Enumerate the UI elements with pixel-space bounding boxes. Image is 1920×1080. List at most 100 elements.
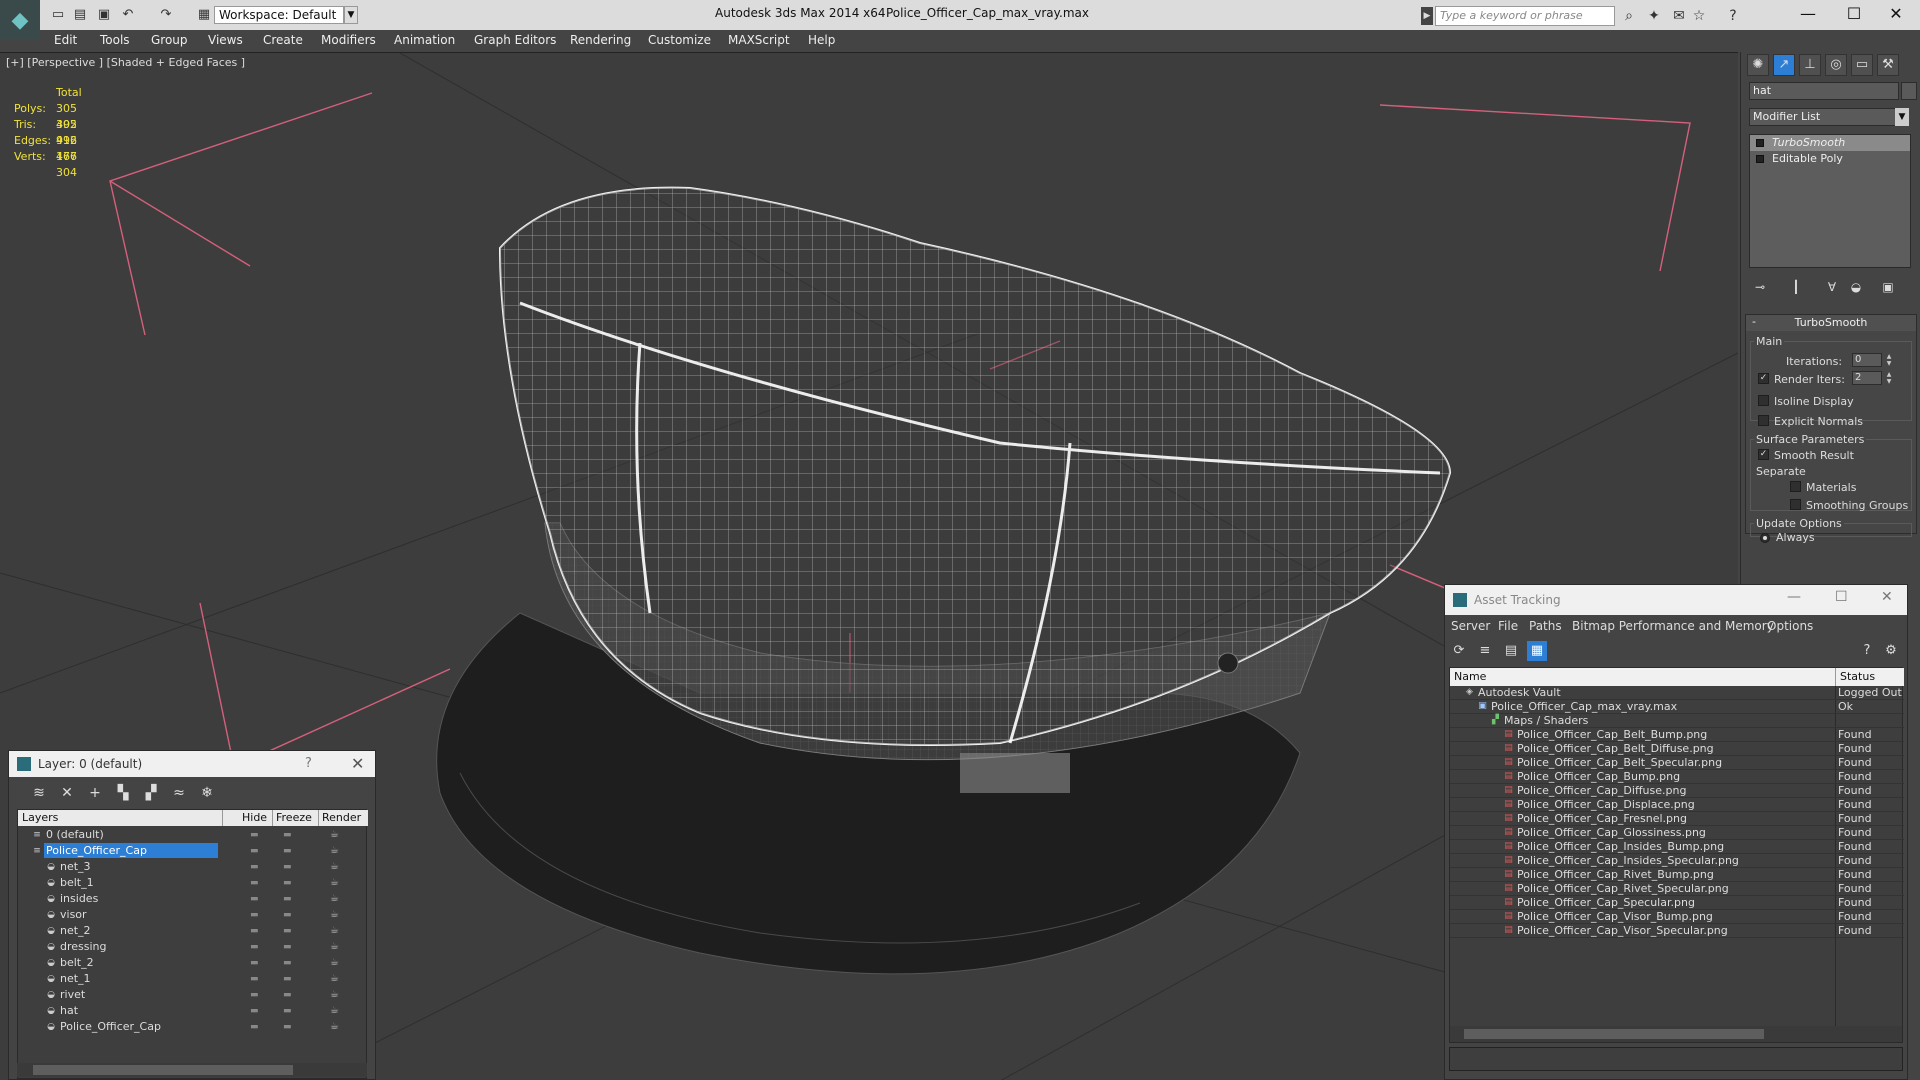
asset-row[interactable]: ▤ Police_Officer_Cap_Bump.png Found bbox=[1450, 770, 1904, 784]
menu-edit[interactable]: Edit bbox=[54, 33, 77, 47]
hide-toggle-icon[interactable]: ▬ bbox=[250, 875, 259, 891]
layer-row[interactable]: ◒ hat ▬ ▬ ☕ bbox=[18, 1003, 368, 1019]
asset-menu-paths[interactable]: Paths bbox=[1529, 619, 1562, 633]
asset-row[interactable]: ▤ Police_Officer_Cap_Belt_Bump.png Found bbox=[1450, 728, 1904, 742]
asset-row[interactable]: ▤ Police_Officer_Cap_Diffuse.png Found bbox=[1450, 784, 1904, 798]
hide-toggle-icon[interactable]: ▬ bbox=[250, 939, 259, 955]
layer-row[interactable]: ≡ Police_Officer_Cap ▬ ▬ ☕ bbox=[18, 843, 368, 859]
binoculars-icon[interactable]: ⌕ bbox=[1620, 7, 1638, 25]
select-objects-icon[interactable]: ▚ bbox=[113, 783, 133, 803]
asset-row[interactable]: ▤ Police_Officer_Cap_Visor_Bump.png Found bbox=[1450, 910, 1904, 924]
maximize-button[interactable]: ☐ bbox=[1835, 589, 1848, 605]
menu-rendering[interactable]: Rendering bbox=[570, 33, 631, 47]
scrollbar-thumb[interactable] bbox=[1464, 1029, 1764, 1039]
minimize-button[interactable]: — bbox=[1788, 2, 1828, 26]
modifier-list-dropdown[interactable]: Modifier List bbox=[1749, 108, 1909, 126]
asset-row[interactable]: ▤ Police_Officer_Cap_Insides_Bump.png Foun… bbox=[1450, 840, 1904, 854]
render-teapot-icon[interactable]: ☕ bbox=[330, 955, 339, 971]
render-teapot-icon[interactable]: ☕ bbox=[330, 859, 339, 875]
chevron-down-icon[interactable]: ▼ bbox=[344, 6, 358, 24]
render-teapot-icon[interactable]: ☕ bbox=[330, 891, 339, 907]
hide-toggle-icon[interactable]: ▬ bbox=[250, 907, 259, 923]
layer-name[interactable]: belt_2 bbox=[58, 955, 98, 970]
layer-name[interactable]: 0 (default) bbox=[44, 827, 108, 842]
freeze-toggle-icon[interactable]: ▬ bbox=[283, 987, 292, 1003]
close-button[interactable]: ✕ bbox=[1876, 2, 1916, 26]
layer-row[interactable]: ◒ net_3 ▬ ▬ ☕ bbox=[18, 859, 368, 875]
configure-sets-icon[interactable]: ▣ bbox=[1879, 278, 1897, 296]
layer-name[interactable]: net_3 bbox=[58, 859, 95, 874]
project-folder-icon[interactable]: ▦ bbox=[196, 7, 212, 23]
render-teapot-icon[interactable]: ☕ bbox=[330, 923, 339, 939]
layer-name[interactable]: Police_Officer_Cap bbox=[58, 1019, 165, 1034]
layer-row[interactable]: ◒ belt_1 ▬ ▬ ☕ bbox=[18, 875, 368, 891]
menu-group[interactable]: Group bbox=[151, 33, 188, 47]
render-iters-checkbox[interactable]: ✓ bbox=[1758, 373, 1769, 384]
render-teapot-icon[interactable]: ☕ bbox=[330, 875, 339, 891]
freeze-toggle-icon[interactable]: ▬ bbox=[283, 1019, 292, 1035]
subscription-icon[interactable]: ✦ bbox=[1645, 7, 1663, 25]
hide-toggle-icon[interactable]: ▬ bbox=[250, 923, 259, 939]
utilities-tab-icon[interactable]: ⚒ bbox=[1877, 54, 1899, 76]
hide-toggle-icon[interactable]: ▬ bbox=[250, 859, 259, 875]
menu-views[interactable]: Views bbox=[208, 33, 243, 47]
column-header-freeze[interactable]: Freeze bbox=[276, 811, 312, 824]
table-view-icon[interactable]: ▦ bbox=[1527, 641, 1547, 661]
asset-row[interactable]: ▤ Police_Officer_Cap_Rivet_Specular.png Fo… bbox=[1450, 882, 1904, 896]
hide-toggle-icon[interactable]: ▬ bbox=[250, 843, 259, 859]
asset-row[interactable]: ▞ Maps / Shaders bbox=[1450, 714, 1904, 728]
render-teapot-icon[interactable]: ☕ bbox=[330, 827, 339, 843]
communication-icon[interactable]: ✉ bbox=[1670, 7, 1688, 25]
asset-row[interactable]: ▤ Police_Officer_Cap_Insides_Specular.png… bbox=[1450, 854, 1904, 868]
layer-name[interactable]: hat bbox=[58, 1003, 82, 1018]
hide-toggle-icon[interactable]: ▬ bbox=[250, 971, 259, 987]
new-layer-icon[interactable]: ≋ bbox=[29, 783, 49, 803]
create-tab-icon[interactable]: ✺ bbox=[1747, 54, 1769, 76]
layer-name[interactable]: net_1 bbox=[58, 971, 95, 986]
hide-toggle-icon[interactable]: ▬ bbox=[250, 827, 259, 843]
freeze-toggle-icon[interactable]: ▬ bbox=[283, 827, 292, 843]
stack-item-editable-poly[interactable]: Editable Poly bbox=[1750, 151, 1910, 167]
menu-help[interactable]: Help bbox=[808, 33, 835, 47]
help-icon[interactable]: ? bbox=[1724, 7, 1742, 25]
open-file-icon[interactable]: ▤ bbox=[72, 7, 88, 23]
menu-tools[interactable]: Tools bbox=[100, 33, 130, 47]
chevron-down-icon[interactable]: ▼ bbox=[1895, 108, 1909, 126]
lightbulb-icon[interactable] bbox=[1756, 139, 1764, 147]
layer-name[interactable]: dressing bbox=[58, 939, 111, 954]
add-to-layer-icon[interactable]: + bbox=[85, 783, 105, 803]
menu-modifiers[interactable]: Modifiers bbox=[321, 33, 376, 47]
explicit-normals-checkbox[interactable] bbox=[1758, 415, 1769, 426]
display-tab-icon[interactable]: ▭ bbox=[1851, 54, 1873, 76]
spinner-arrows-icon[interactable]: ▲ ▼ bbox=[1884, 371, 1894, 385]
horizontal-scrollbar[interactable] bbox=[17, 1063, 367, 1077]
freeze-toggle-icon[interactable]: ▬ bbox=[283, 859, 292, 875]
asset-menu-server[interactable]: Server bbox=[1451, 619, 1490, 633]
freeze-toggle-icon[interactable]: ▬ bbox=[283, 923, 292, 939]
expand-icon[interactable] bbox=[1756, 155, 1764, 163]
favorites-star-icon[interactable]: ☆ bbox=[1690, 7, 1708, 25]
collapse-icon[interactable]: - bbox=[1752, 315, 1756, 328]
rollout-title[interactable]: TurboSmooth bbox=[1746, 315, 1916, 331]
horizontal-scrollbar[interactable] bbox=[1450, 1026, 1902, 1042]
remove-modifier-icon[interactable]: ◒ bbox=[1847, 278, 1865, 296]
hide-toggle-icon[interactable]: ▬ bbox=[250, 1019, 259, 1035]
minimize-button[interactable]: — bbox=[1787, 589, 1801, 605]
scrollbar-thumb[interactable] bbox=[33, 1065, 293, 1075]
menu-maxscript[interactable]: MAXScript bbox=[728, 33, 790, 47]
smooth-result-checkbox[interactable]: ✓ bbox=[1758, 449, 1769, 460]
freeze-toggle-icon[interactable]: ▬ bbox=[283, 971, 292, 987]
hide-toggle-icon[interactable]: ▬ bbox=[250, 987, 259, 1003]
workspace-dropdown[interactable]: Workspace: Default bbox=[214, 6, 344, 24]
freeze-toggle-icon[interactable]: ▬ bbox=[283, 939, 292, 955]
asset-row[interactable]: ◈ Autodesk Vault Logged Out bbox=[1450, 686, 1904, 700]
delete-layer-icon[interactable]: ✕ bbox=[57, 783, 77, 803]
menu-customize[interactable]: Customize bbox=[648, 33, 711, 47]
app-logo-icon[interactable]: ◆ bbox=[0, 0, 40, 40]
help-icon[interactable]: ? bbox=[305, 756, 312, 771]
column-header-render[interactable]: Render bbox=[322, 811, 361, 824]
freeze-toggle-icon[interactable]: ▬ bbox=[283, 875, 292, 891]
asset-row[interactable]: ▤ Police_Officer_Cap_Specular.png Found bbox=[1450, 896, 1904, 910]
modify-tab-icon[interactable]: ↗ bbox=[1773, 54, 1795, 76]
isoline-checkbox[interactable] bbox=[1758, 395, 1769, 406]
